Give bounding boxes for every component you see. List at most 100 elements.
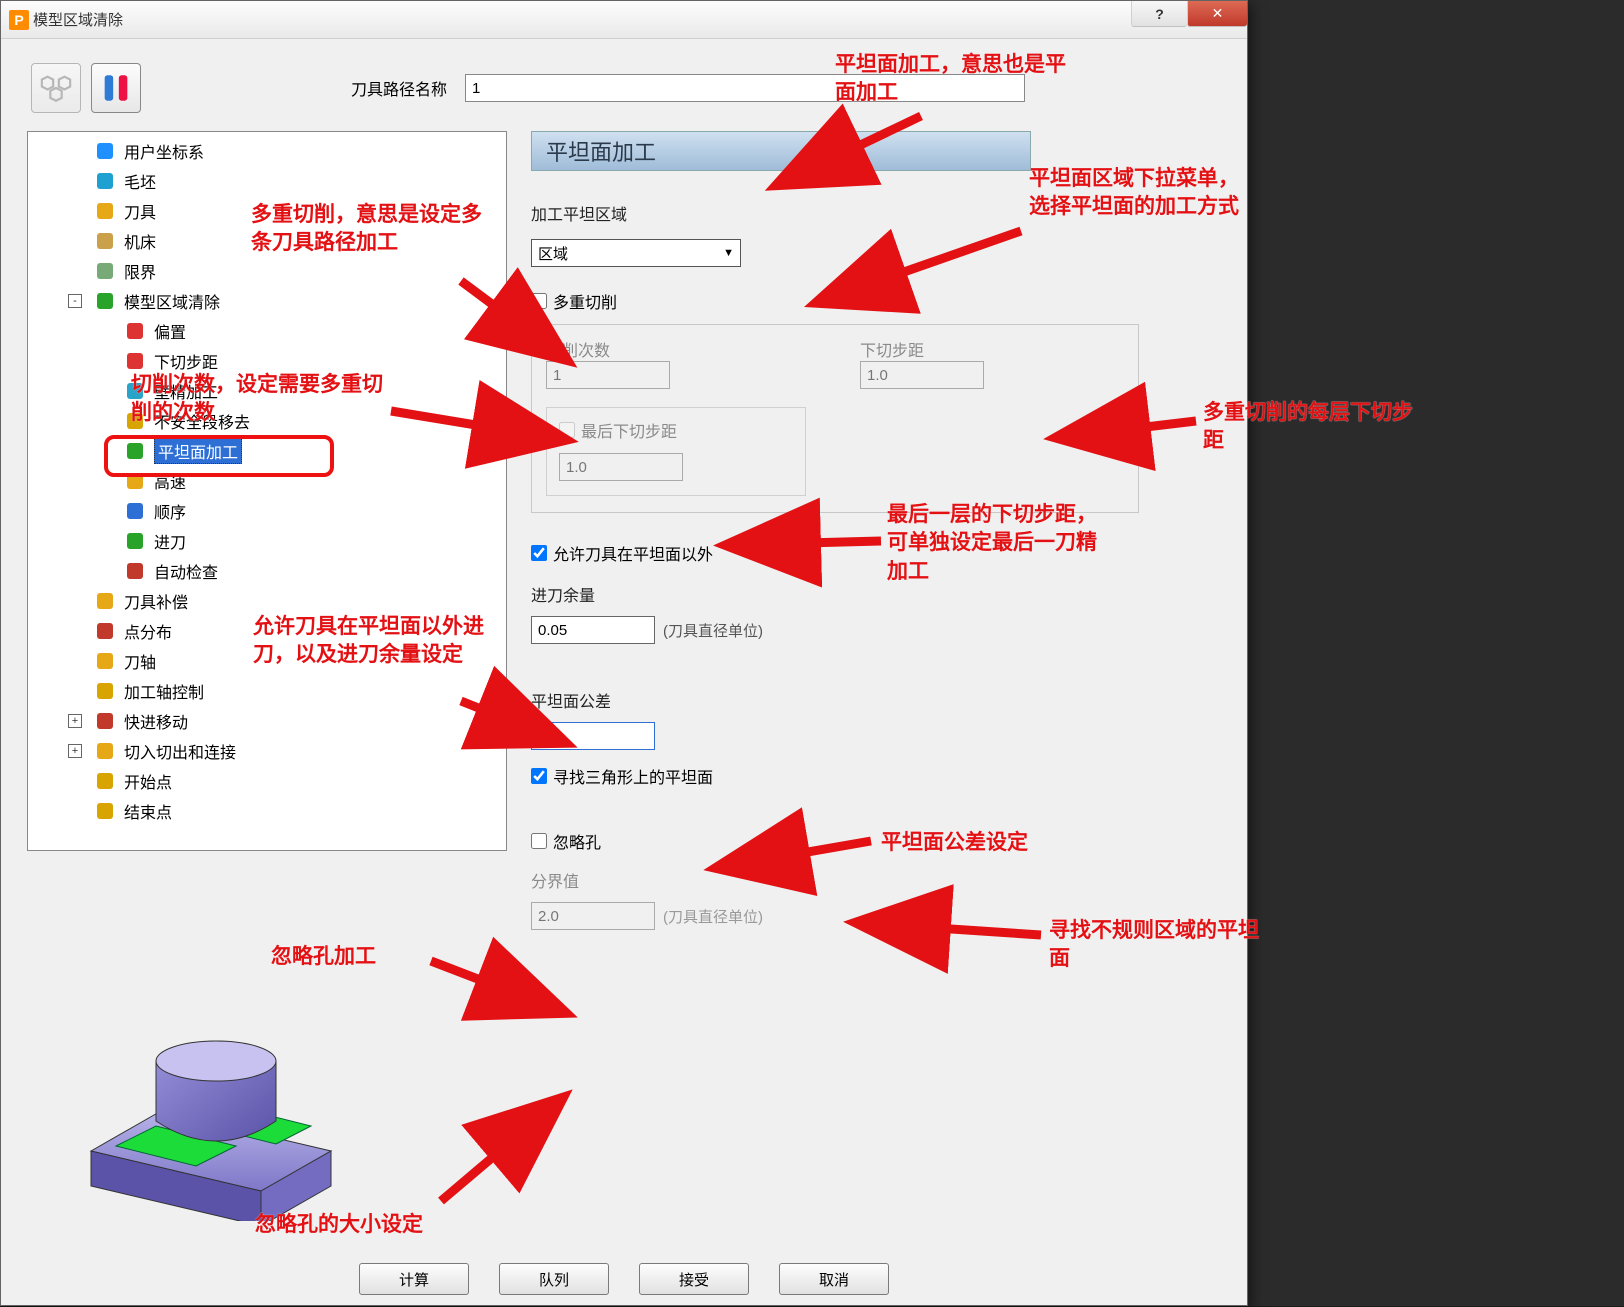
expander-icon[interactable]: + bbox=[68, 714, 82, 728]
leadstock-input[interactable] bbox=[531, 616, 655, 644]
tree-item-stepdown[interactable]: 下切步距 bbox=[28, 346, 506, 376]
tree-item-blank[interactable]: 毛坯 bbox=[28, 166, 506, 196]
tree-icon bbox=[94, 680, 116, 702]
region-label: 加工平坦区域 bbox=[531, 201, 1221, 225]
toolbar-row: 刀具路径名称 bbox=[1, 39, 1247, 131]
ignorehole-check-input[interactable] bbox=[531, 833, 547, 849]
tree-item-leadin[interactable]: 进刀 bbox=[28, 526, 506, 556]
tb-button-1[interactable] bbox=[31, 63, 81, 113]
stepdown-input bbox=[860, 361, 984, 389]
tree-item-tool[interactable]: 刀具 bbox=[28, 196, 506, 226]
findflat-checkbox[interactable]: 寻找三角形上的平坦面 bbox=[531, 764, 713, 788]
tree-item-rapid[interactable]: +快进移动 bbox=[28, 706, 506, 736]
tree-item-toolcomp[interactable]: 刀具补偿 bbox=[28, 586, 506, 616]
tree-icon bbox=[124, 350, 146, 372]
tb-button-2[interactable] bbox=[91, 63, 141, 113]
help-button[interactable]: ? bbox=[1131, 1, 1187, 27]
findflat-check-input[interactable] bbox=[531, 768, 547, 784]
queue-button[interactable]: 队列 bbox=[499, 1263, 609, 1295]
tree-label: 不安全段移去 bbox=[154, 409, 250, 433]
region-combo[interactable]: 区域 ▼ bbox=[531, 239, 741, 267]
ignorehole-checkbox[interactable]: 忽略孔 bbox=[531, 829, 601, 853]
tree-item-offset[interactable]: 偏置 bbox=[28, 316, 506, 346]
tree-label: 切入切出和连接 bbox=[124, 739, 236, 763]
threshold-label: 分界值 bbox=[531, 868, 1221, 892]
tree-icon bbox=[94, 770, 116, 792]
tree-label: 限界 bbox=[124, 259, 156, 283]
tdu-unit-2: (刀具直径单位) bbox=[663, 906, 763, 927]
multicut-group: 切削次数 下切步距 最后下切步距 bbox=[531, 324, 1139, 513]
tree-label: 结束点 bbox=[124, 799, 172, 823]
cubes-icon bbox=[39, 71, 73, 105]
section-title: 平坦面加工 bbox=[531, 131, 1031, 171]
strategy-icon bbox=[99, 71, 133, 105]
multicut-checkbox[interactable]: 多重切削 bbox=[531, 289, 617, 313]
tree-icon bbox=[94, 200, 116, 222]
expander-icon[interactable]: + bbox=[68, 744, 82, 758]
flattol-input[interactable] bbox=[531, 722, 655, 750]
tree-label: 用户坐标系 bbox=[124, 139, 204, 163]
expander-icon[interactable]: - bbox=[68, 294, 82, 308]
tree-item-startpt[interactable]: 开始点 bbox=[28, 766, 506, 796]
tree-icon bbox=[124, 500, 146, 522]
cancel-button[interactable]: 取消 bbox=[779, 1263, 889, 1295]
tree-label: 刀具 bbox=[124, 199, 156, 223]
tree-item-ptdist[interactable]: 点分布 bbox=[28, 616, 506, 646]
tree-icon bbox=[94, 710, 116, 732]
toolpath-name-input[interactable] bbox=[465, 74, 1025, 102]
flattol-label: 平坦面公差 bbox=[531, 688, 1221, 712]
tree-item-order[interactable]: 顺序 bbox=[28, 496, 506, 526]
tree-label: 毛坯 bbox=[124, 169, 156, 193]
tree-icon bbox=[124, 320, 146, 342]
laststep-checkbox[interactable]: 最后下切步距 bbox=[559, 418, 677, 442]
close-button[interactable]: ✕ bbox=[1187, 1, 1247, 27]
tree-item-axisctl[interactable]: 加工轴控制 bbox=[28, 676, 506, 706]
tree-item-leads[interactable]: + 切入切出和连接 bbox=[28, 736, 506, 766]
cutcount-input bbox=[546, 361, 670, 389]
tree-icon bbox=[124, 560, 146, 582]
background-workspace bbox=[1248, 0, 1624, 1306]
window-title: 模型区域清除 bbox=[33, 9, 123, 30]
illustration-3d bbox=[61, 1001, 361, 1221]
tree-icon bbox=[94, 170, 116, 192]
tree-label: 高速 bbox=[154, 469, 186, 493]
tree-label: 进刀 bbox=[154, 529, 186, 553]
tree-icon bbox=[94, 740, 116, 762]
chevron-down-icon: ▼ bbox=[723, 247, 734, 259]
allow-outside-check-input[interactable] bbox=[531, 545, 547, 561]
tree-item-wallfin[interactable]: 壁精加工 bbox=[28, 376, 506, 406]
tree-item-unsafe[interactable]: 不安全段移去 bbox=[28, 406, 506, 436]
region-value: 区域 bbox=[538, 243, 568, 264]
stepdown-label: 下切步距 bbox=[860, 337, 984, 361]
tree-icon bbox=[124, 470, 146, 492]
tree-icon bbox=[124, 380, 146, 402]
tree-label: 下切步距 bbox=[154, 349, 218, 373]
tree-icon bbox=[124, 410, 146, 432]
tree-icon bbox=[124, 440, 146, 462]
tree-label: 偏置 bbox=[154, 319, 186, 343]
tree-item-hispeed[interactable]: 高速 bbox=[28, 466, 506, 496]
tree-item-machine[interactable]: 机床 bbox=[28, 226, 506, 256]
tree-icon bbox=[94, 230, 116, 252]
tree-item-flat[interactable]: 平坦面加工 bbox=[28, 436, 506, 466]
tree-item-mrc[interactable]: -模型区域清除 bbox=[28, 286, 506, 316]
tree-icon bbox=[94, 620, 116, 642]
tree-label: 开始点 bbox=[124, 769, 172, 793]
tree-icon bbox=[94, 800, 116, 822]
allow-outside-checkbox[interactable]: 允许刀具在平坦面以外 bbox=[531, 541, 713, 565]
action-buttons: 计算 队列 接受 取消 bbox=[1, 1263, 1247, 1295]
compute-button[interactable]: 计算 bbox=[359, 1263, 469, 1295]
dialog-model-area-clear: P 模型区域清除 ? ✕ 刀具路径名称 用户坐标系毛坯刀具机床限界-模型区域清除… bbox=[0, 0, 1248, 1306]
accept-button[interactable]: 接受 bbox=[639, 1263, 749, 1295]
leadstock-label: 进刀余量 bbox=[531, 582, 1221, 606]
tree-item-ucs[interactable]: 用户坐标系 bbox=[28, 136, 506, 166]
tree-label: 刀具补偿 bbox=[124, 589, 188, 613]
tree-item-endpt[interactable]: 结束点 bbox=[28, 796, 506, 826]
tree-item-autochk[interactable]: 自动检查 bbox=[28, 556, 506, 586]
tree-item-toolaxis[interactable]: 刀轴 bbox=[28, 646, 506, 676]
tree-label: 顺序 bbox=[154, 499, 186, 523]
tdu-unit-1: (刀具直径单位) bbox=[663, 620, 763, 641]
strategy-tree[interactable]: 用户坐标系毛坯刀具机床限界 -模型区域清除偏置下切步距壁精加工不安全段移去平坦面加… bbox=[27, 131, 507, 851]
tree-item-limit[interactable]: 限界 bbox=[28, 256, 506, 286]
multicut-check-input[interactable] bbox=[531, 293, 547, 309]
